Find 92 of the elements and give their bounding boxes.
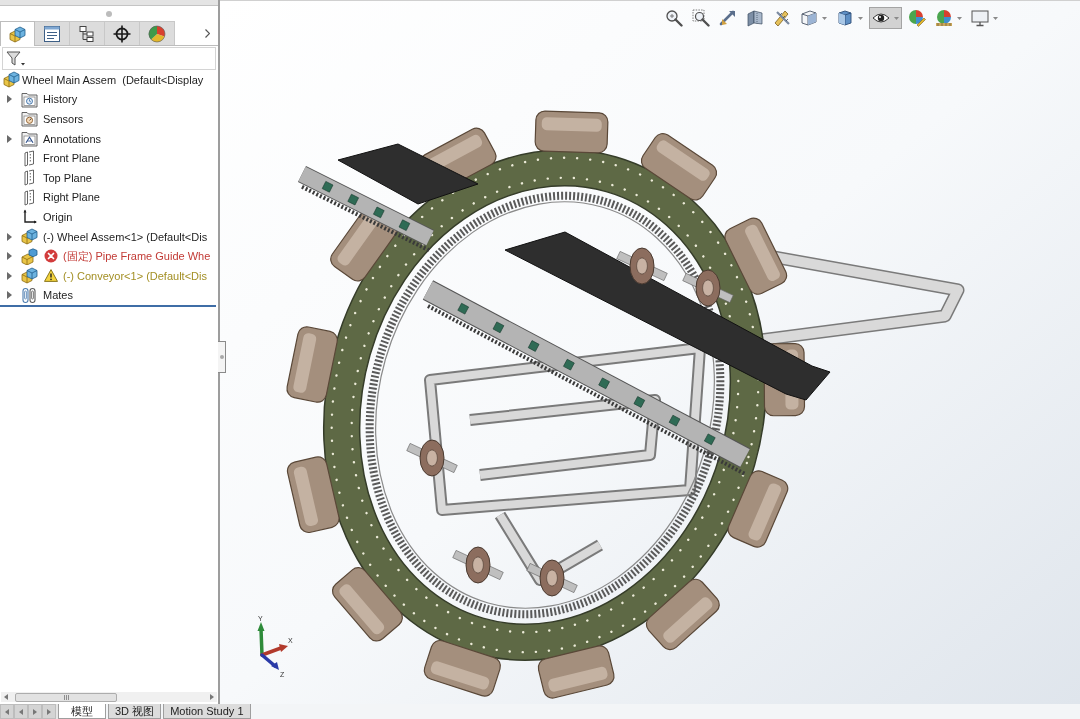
tree-item-label[interactable]: Front Plane [43, 151, 100, 166]
bearing-block [563, 358, 575, 371]
right-triangle-icon [33, 708, 37, 715]
bottom-tab[interactable]: 模型 [58, 704, 106, 719]
tree-item-label[interactable]: (-) Wheel Assem<1> (Default<Dis [43, 229, 208, 244]
caret-down-icon [822, 16, 827, 20]
tree-item-label[interactable]: History [43, 92, 78, 107]
hide-show-button[interactable] [869, 7, 902, 29]
scrollbar-thumb[interactable] [15, 692, 117, 702]
filter-field[interactable] [2, 47, 216, 70]
tree-item-label[interactable]: Annotations [43, 131, 102, 146]
cube-icon [800, 9, 818, 27]
collapse-handle-icon[interactable] [106, 10, 112, 17]
tree-item-label[interactable]: (固定) Pipe Frame Guide Whe [63, 249, 211, 264]
bearing-block [347, 193, 359, 206]
bearing-block [398, 219, 411, 231]
configuration-tab[interactable] [70, 21, 105, 45]
tree-item-label[interactable]: Sensors [43, 112, 84, 126]
assembly-cube-icon [9, 25, 26, 43]
left-triangle-icon [5, 708, 9, 715]
color-ball-icon [908, 9, 926, 27]
assembly-cube-icon [21, 267, 38, 285]
bearing-block [457, 302, 469, 315]
expand-arrow-icon[interactable] [7, 134, 12, 143]
expand-arrow-icon[interactable] [7, 252, 12, 261]
roller-wheel [682, 269, 734, 307]
bottom-tab[interactable]: Motion Study 1 [163, 704, 251, 719]
bearing-block [598, 377, 610, 390]
filter-icon[interactable] [6, 50, 26, 67]
bearing-block [527, 340, 540, 352]
property-tab[interactable] [35, 21, 70, 45]
pencil-ruler-icon [773, 9, 791, 27]
assembly-cube-icon [21, 228, 38, 246]
magnifier-icon [665, 9, 683, 27]
bottom-tab[interactable]: 3D 视图 [108, 704, 162, 719]
chevron-right-icon [204, 28, 210, 38]
part-block-icon [21, 247, 38, 265]
tab-scroll-button[interactable] [42, 704, 56, 719]
roller-wheel [452, 546, 504, 584]
scene-ball-icon [935, 9, 953, 27]
dimxpert-tab[interactable] [105, 21, 140, 45]
bearing-block [633, 396, 646, 408]
horizontal-scrollbar[interactable] [1, 692, 217, 702]
right-triangle-icon [210, 694, 214, 700]
view-settings-button[interactable] [968, 7, 1001, 29]
paperclip-icon [21, 286, 38, 304]
tree-item-label[interactable]: Right Plane [43, 190, 100, 205]
bearing-block [373, 206, 385, 219]
tree-root-label[interactable]: Wheel Main Assem (Default<Display [22, 72, 204, 87]
roller-wheel [526, 559, 578, 597]
rollback-bar[interactable] [0, 305, 216, 308]
shaded-cube-icon [836, 9, 854, 27]
roller-wheel [616, 247, 668, 285]
expand-arrow-icon[interactable] [7, 291, 12, 300]
crosshair-icon [113, 24, 131, 43]
bearing-block [704, 433, 716, 446]
expand-arrow-icon[interactable] [7, 271, 12, 280]
section-box-icon [746, 9, 764, 27]
caret-down-icon [957, 16, 962, 20]
tree-item-label[interactable]: Top Plane [43, 170, 92, 185]
color-pie-icon [148, 24, 166, 43]
feature-tree-tab[interactable] [0, 21, 35, 46]
expand-arrow-icon[interactable] [7, 232, 12, 241]
tab-scroll-button[interactable] [0, 704, 14, 719]
assembly-cube-icon [3, 71, 20, 89]
zoom-area-button[interactable] [689, 7, 713, 29]
bearing-block [321, 181, 334, 193]
origin-axes-icon [21, 208, 38, 226]
splitter-handle[interactable] [218, 341, 226, 373]
list-icon [43, 24, 61, 43]
tab-scroll-button[interactable] [14, 704, 28, 719]
annotation-folder-icon [21, 130, 38, 148]
left-triangle-icon [4, 694, 8, 700]
arrow-pencil-icon [719, 9, 737, 27]
bearing-block [492, 321, 505, 334]
tree-item-label[interactable]: Origin [43, 209, 73, 224]
monitor-icon [971, 9, 989, 27]
caret-down-icon [894, 16, 899, 20]
bearing-block [668, 414, 681, 427]
left-triangle-icon [19, 708, 23, 715]
right-triangle-icon [47, 708, 51, 715]
history-folder-icon [21, 90, 38, 108]
expand-arrow-icon[interactable] [7, 95, 12, 104]
magnifier-box-icon [692, 9, 710, 27]
caret-down-icon [858, 16, 863, 20]
sensor-folder-icon [21, 110, 38, 128]
caret-down-icon [993, 16, 998, 20]
grip-icon [63, 694, 69, 700]
tree-item-label[interactable]: Mates [43, 288, 73, 303]
roller-wheel [406, 439, 458, 477]
tree-diagram-icon [78, 24, 96, 43]
tab-scroll-button[interactable] [28, 704, 42, 719]
